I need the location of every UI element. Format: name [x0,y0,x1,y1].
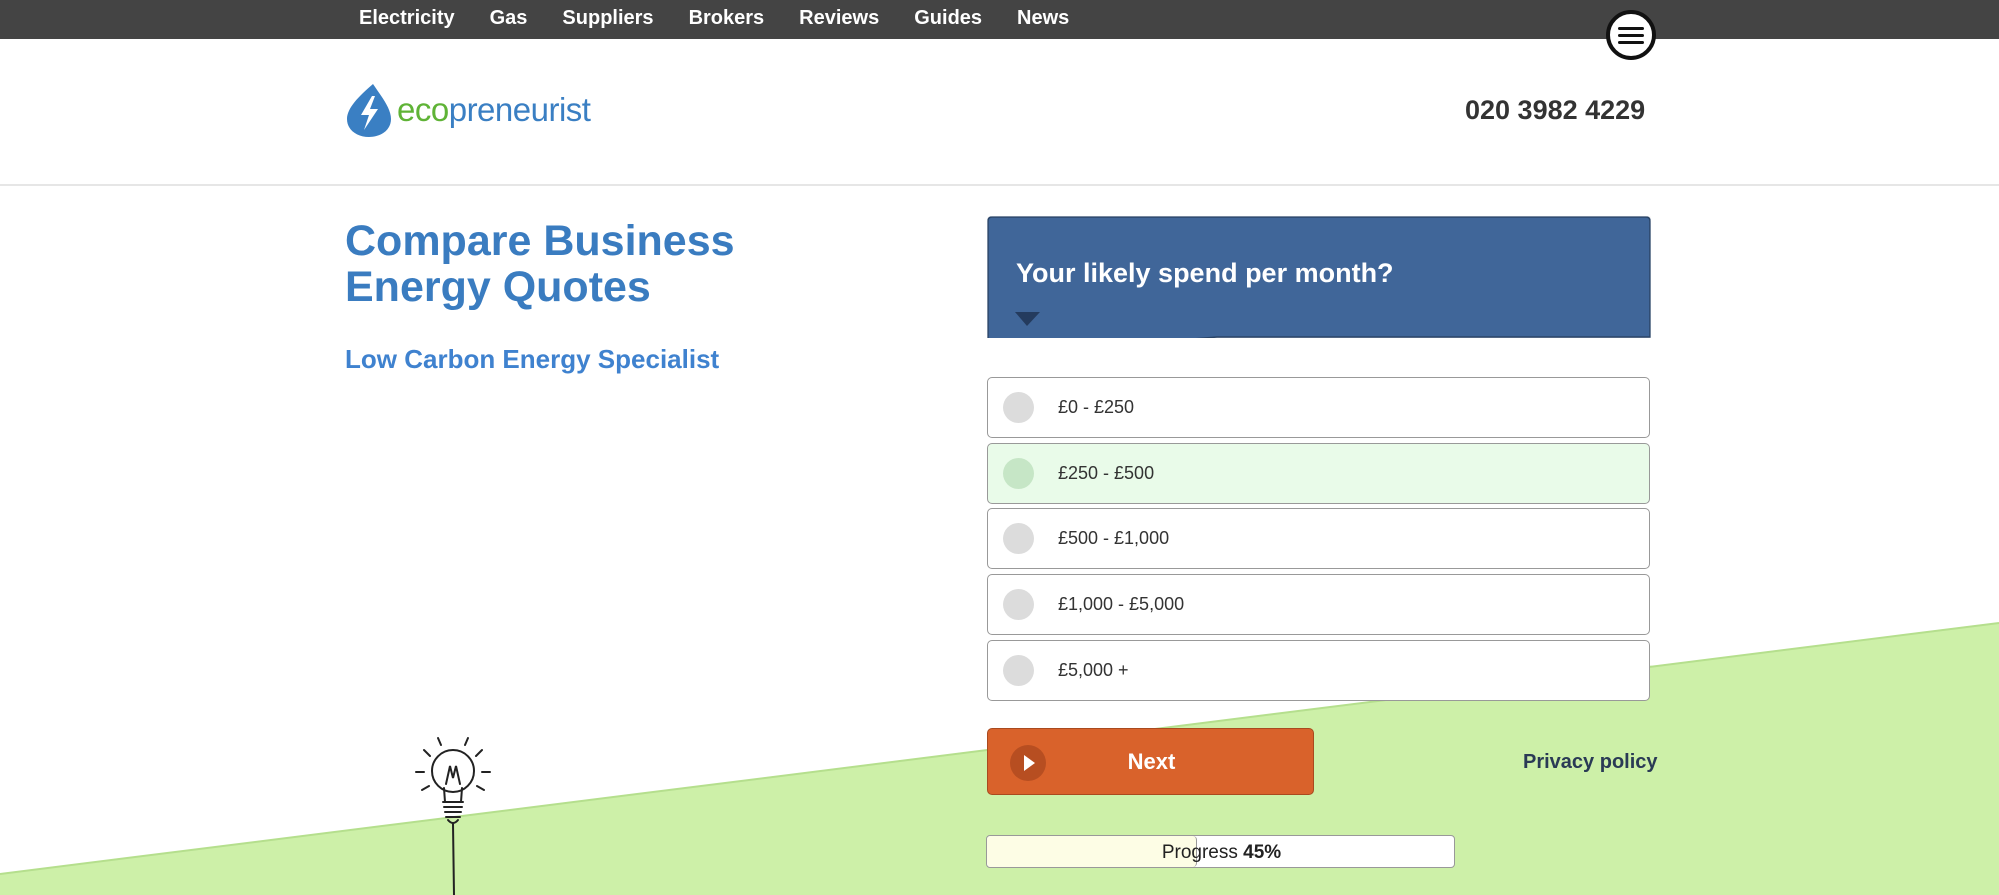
lightbulb-illustration-icon [415,737,491,895]
option-label: £0 - £250 [1058,397,1135,417]
top-navigation: Electricity Gas Suppliers Brokers Review… [0,0,1999,39]
site-logo[interactable]: ecopreneurist [345,82,591,138]
site-header [0,39,1999,186]
page-subtitle: Low Carbon Energy Specialist [345,344,720,374]
radio-button[interactable] [1003,458,1034,489]
nav-item-gas[interactable]: Gas [490,7,528,30]
nav-item-news[interactable]: News [1017,7,1069,30]
nav-item-reviews[interactable]: Reviews [799,7,879,30]
lightning-drop-logo-icon [347,84,391,137]
spend-option-500-1000[interactable]: £500 - £1,000 [987,508,1650,569]
nav-item-guides[interactable]: Guides [914,7,982,30]
radio-button[interactable] [1003,392,1034,423]
logo-wordmark: ecopreneurist [397,91,591,128]
spend-option-250-500[interactable]: £250 - £500 [987,443,1650,504]
option-label: £1,000 - £5,000 [1058,594,1185,614]
privacy-policy-link[interactable]: Privacy policy [1523,751,1658,774]
spend-option-0-250[interactable]: £0 - £250 [987,377,1650,438]
progress-bar: Progress 45% [986,835,1455,868]
nav-item-suppliers[interactable]: Suppliers [562,7,653,30]
spend-option-1000-5000[interactable]: £1,000 - £5,000 [987,574,1650,635]
option-label: £500 - £1,000 [1058,528,1170,548]
spend-option-5000-plus[interactable]: £5,000 + [987,640,1650,701]
radio-button[interactable] [1003,523,1034,554]
nav-item-brokers[interactable]: Brokers [689,7,765,30]
option-label: £250 - £500 [1058,463,1155,483]
next-button[interactable]: Next [987,728,1314,795]
page-title: Compare Business Energy Quotes [345,217,735,311]
nav-item-electricity[interactable]: Electricity [359,7,455,30]
radio-button[interactable] [1003,589,1034,620]
next-button-label: Next [1127,749,1176,774]
phone-number[interactable]: 020 3982 4229 [1465,95,1645,126]
progress-text: Progress 45% [1161,842,1282,863]
question-text: Your likely spend per month? [1016,258,1394,288]
radio-button[interactable] [1003,655,1034,686]
option-label: £5,000 + [1058,660,1129,680]
